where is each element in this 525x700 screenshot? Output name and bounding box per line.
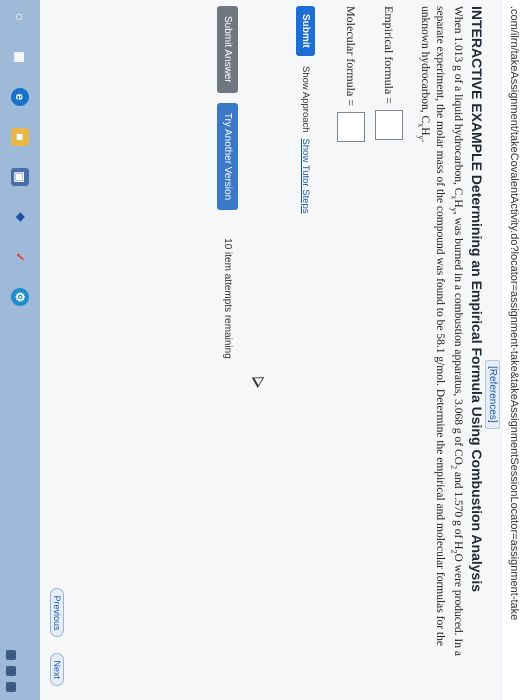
dropbox-icon[interactable]: ❖	[11, 208, 29, 226]
browser-window: .com/ilrn/takeAssignment/takeCovalentAct…	[0, 0, 525, 700]
windows-taskbar: ○ ▦ e ■ ▣ ❖ ✓ ⚙	[0, 0, 40, 700]
url-text: .com/ilrn/takeAssignment/takeCovalentAct…	[508, 6, 520, 621]
volume-icon[interactable]	[6, 666, 16, 676]
submit-answer-button[interactable]: Submit Answer	[217, 6, 239, 93]
references-link[interactable]: [References]	[485, 360, 500, 429]
empirical-formula-label: Empirical formula =	[382, 6, 397, 105]
title-tag: INTERACTIVE EXAMPLE	[469, 6, 485, 171]
help-links: Show Approach Show Tutor Steps	[300, 66, 311, 214]
submit-button[interactable]: Submit	[296, 6, 315, 56]
mouse-cursor-icon	[251, 372, 268, 388]
task-view-icon[interactable]: ▦	[11, 48, 29, 66]
system-tray	[6, 650, 16, 692]
problem-text-3: , was burned in a combustion apparatus, …	[452, 211, 464, 465]
attempts-remaining: 10 item attempts remaining	[222, 238, 234, 359]
problem-text-2: H	[452, 199, 464, 208]
show-tutor-steps-link[interactable]: Show Tutor Steps	[300, 139, 311, 214]
show-approach-link[interactable]: Show Approach	[300, 66, 311, 133]
page-title: INTERACTIVE EXAMPLE Determining an Empir…	[469, 6, 485, 592]
next-button[interactable]: Next	[50, 653, 64, 686]
try-another-version-button[interactable]: Try Another Version	[217, 102, 239, 211]
edge-icon[interactable]: e	[11, 88, 29, 106]
previous-button[interactable]: Previous	[50, 588, 64, 638]
battery-icon[interactable]	[6, 682, 16, 692]
address-bar[interactable]: .com/ilrn/takeAssignment/takeCovalentAct…	[502, 0, 525, 700]
windows-search-icon[interactable]: ○	[11, 8, 29, 26]
assignment-content: [References] INTERACTIVE EXAMPLE Determi…	[40, 0, 503, 700]
molecular-formula-input[interactable]	[337, 112, 365, 143]
problem-text-1: When 1.013 g of a liquid hydrocarbon, C	[452, 6, 464, 196]
problem-text-6: H	[418, 127, 431, 136]
apps-icon[interactable]: ✓	[11, 248, 29, 266]
settings-icon[interactable]: ⚙	[11, 288, 29, 306]
pagination: Previous Next	[50, 588, 64, 686]
problem-statement: When 1.013 g of a liquid hydrocarbon, Cx…	[413, 6, 465, 676]
title-text: Determining an Empirical Formula Using C…	[469, 174, 485, 593]
problem-text-4: and 1.570 g of H	[452, 468, 464, 550]
store-icon[interactable]: ▣	[11, 168, 29, 186]
network-icon[interactable]	[6, 650, 16, 660]
molecular-formula-label: Molecular formula =	[344, 6, 359, 107]
answer-actions: Submit Answer Try Another Version 10 ite…	[211, 0, 245, 700]
problem-text-7: .	[418, 139, 431, 143]
empirical-formula-input[interactable]	[375, 110, 403, 141]
molecular-formula-row: Molecular formula =	[337, 6, 365, 143]
empirical-formula-row: Empirical formula =	[375, 6, 403, 141]
files-icon[interactable]: ■	[11, 128, 29, 146]
